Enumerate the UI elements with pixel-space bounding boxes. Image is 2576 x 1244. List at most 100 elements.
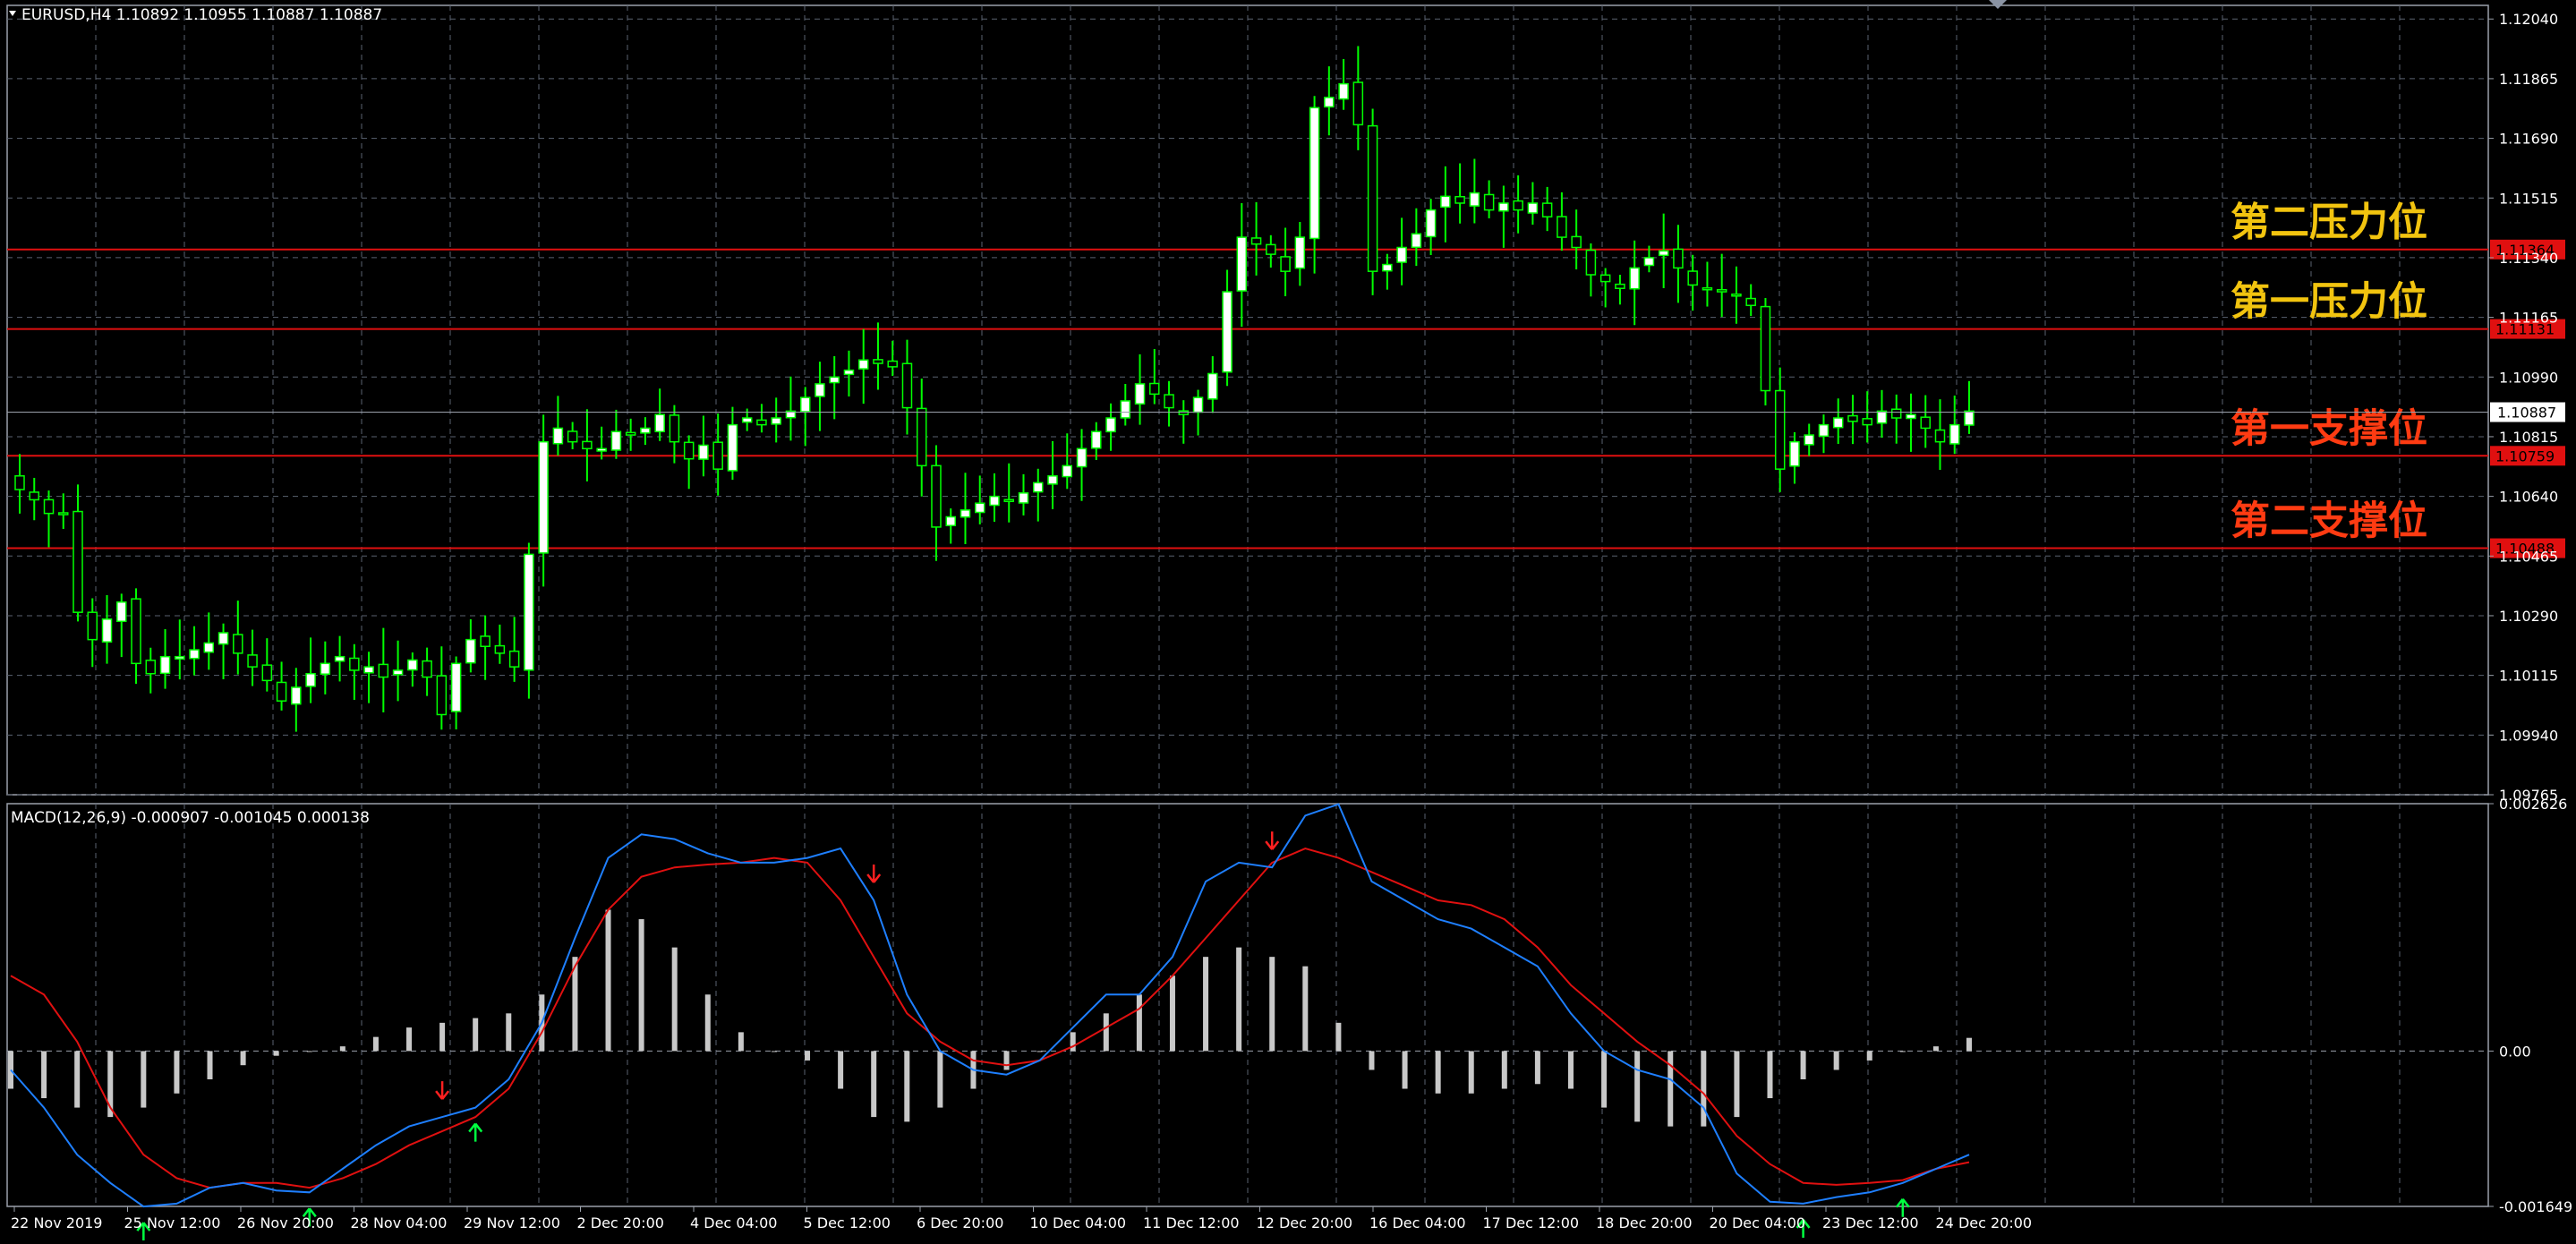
price-tick-label: 1.10115: [2499, 668, 2558, 685]
macd-header: MACD(12,26,9) -0.000907 -0.001045 0.0001…: [11, 809, 370, 827]
candle: [960, 473, 971, 544]
candle: [436, 646, 448, 730]
macd-histogram-bar: [1634, 1051, 1641, 1122]
candle-body-bull: [291, 686, 302, 705]
time-tick-label: 4 Dec 04:00: [690, 1214, 777, 1231]
candle-body-bear: [1149, 382, 1160, 396]
candle: [901, 339, 913, 435]
level-name-label: 第一压力位: [2231, 279, 2427, 325]
candle-body-bull: [596, 447, 607, 452]
candle-body-bull: [1192, 396, 1204, 413]
candle-body-bull: [727, 423, 738, 472]
macd-histogram-bar: [240, 1051, 246, 1066]
candle-body-bear: [1920, 416, 1931, 430]
candle: [101, 594, 113, 664]
time-tick-label: 20 Dec 04:00: [1710, 1214, 1806, 1231]
candle: [422, 647, 432, 696]
candle-body-bear: [1731, 294, 1742, 297]
macd-tick-label: 0.002626: [2499, 796, 2567, 813]
candle-body-bear: [1178, 410, 1190, 415]
candle-body-bear: [1513, 200, 1523, 211]
chart-shift-marker-icon[interactable]: [1989, 0, 2007, 9]
candle-body-bull: [1658, 250, 1669, 257]
candle-body-bear: [1003, 498, 1015, 503]
candle: [1702, 261, 1713, 307]
candle: [58, 493, 69, 530]
candle-body-bear: [1890, 408, 1902, 419]
macd-histogram-bar: [1701, 1051, 1707, 1127]
candle: [1513, 175, 1523, 234]
candle-body-bull: [610, 430, 622, 451]
candle: [843, 350, 855, 397]
candle: [175, 619, 185, 680]
candle: [654, 388, 665, 441]
candle: [1047, 441, 1058, 510]
candle-body-bull: [974, 502, 985, 514]
candle: [1687, 254, 1698, 311]
macd-histogram-bar: [74, 1051, 81, 1108]
candle-body-bull: [116, 601, 127, 623]
macd-histogram-bar: [174, 1051, 180, 1094]
candle-body-bull: [945, 515, 956, 526]
candle: [1440, 166, 1451, 243]
macd-histogram-bar: [1734, 1051, 1740, 1118]
candle-body-bull: [363, 666, 374, 674]
macd-signal-line: [10, 848, 1970, 1189]
candle: [1789, 431, 1800, 484]
candle-body-bull: [1047, 475, 1058, 485]
candle-body-bull: [1411, 233, 1422, 249]
macd-histogram-bar: [1335, 1022, 1342, 1052]
candle: [1454, 163, 1465, 224]
candle-body-bear: [1687, 270, 1698, 286]
macd-histogram-bar: [1103, 1013, 1109, 1052]
candle: [683, 435, 695, 490]
chart-canvas[interactable]: 1.11364第二压力位1.11131第一压力位1.10759第一支撑位1.10…: [0, 0, 2576, 1241]
trading-chart[interactable]: 1.11364 第二压力位 1.11131 第一压力位 1.10759 第一支撑位 1.10…: [0, 0, 2576, 1241]
candle-body-bear: [582, 440, 593, 450]
candle: [116, 593, 127, 658]
candle-body-bull: [175, 655, 185, 660]
candle-body-bull: [1236, 236, 1248, 292]
candle: [1382, 253, 1393, 290]
candle-body-bear: [1774, 389, 1786, 470]
macd-histogram-bar: [1800, 1051, 1806, 1079]
candle: [552, 396, 564, 456]
candle-body-bear: [887, 360, 898, 368]
price-tick-label: 1.11515: [2499, 190, 2558, 207]
candle: [1818, 414, 1830, 454]
candle: [1527, 182, 1539, 225]
candle-body-bull: [1629, 267, 1640, 290]
candle: [1541, 186, 1553, 232]
macd-histogram-bar: [1833, 1051, 1839, 1070]
macd-histogram-bar: [506, 1013, 512, 1052]
candle: [1483, 180, 1495, 218]
candle-body-bull: [1033, 481, 1044, 493]
candle-body-bear: [349, 657, 360, 671]
candle: [857, 328, 869, 405]
candle: [73, 484, 83, 622]
candle: [1134, 354, 1146, 425]
candle-body-bull: [1324, 97, 1335, 108]
candle-body-bull: [203, 642, 215, 653]
arrow-down-icon: [866, 865, 882, 883]
candle: [1760, 298, 1771, 405]
candle: [1425, 199, 1437, 255]
candle: [931, 445, 942, 561]
candle-body-bear: [1760, 305, 1771, 392]
candle-body-bull: [1382, 263, 1393, 272]
candle-body-bull: [1876, 410, 1888, 424]
candle: [1280, 227, 1291, 296]
candle-body-bull: [450, 662, 462, 712]
time-tick-label: 26 Nov 20:00: [237, 1214, 334, 1231]
symbol-dropdown-icon[interactable]: [9, 11, 16, 16]
macd-main-line: [10, 803, 1970, 1208]
candle-body-bear: [87, 611, 98, 641]
candle: [407, 652, 418, 687]
candle: [378, 627, 389, 712]
price-tick-label: 1.11165: [2499, 310, 2558, 327]
candle: [1731, 266, 1742, 324]
candle-body-bull: [799, 396, 811, 413]
time-tick-label: 24 Dec 20:00: [1936, 1214, 2033, 1231]
candle: [1934, 399, 1946, 471]
macd-histogram-bar: [372, 1036, 379, 1052]
